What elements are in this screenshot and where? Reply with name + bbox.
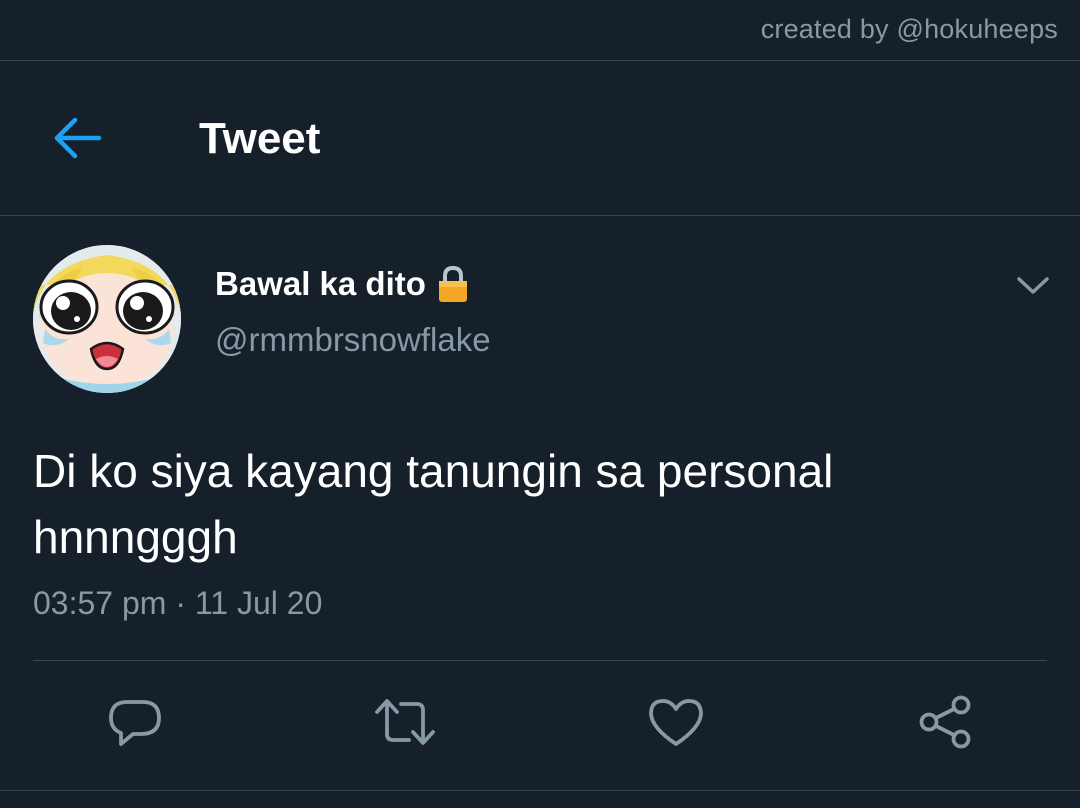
user-handle[interactable]: @rmmbrsnowflake (215, 321, 491, 359)
watermark-text: created by @hokuheeps (760, 14, 1058, 44)
tweet-actions (0, 690, 1080, 760)
divider (33, 660, 1047, 661)
back-button[interactable] (42, 107, 112, 169)
tweet-menu-button[interactable] (1010, 266, 1056, 306)
avatar-image (33, 245, 181, 393)
divider (0, 215, 1080, 216)
tweet-detail-screen: created by @hokuheeps Tweet Bawal ka dit… (0, 0, 1080, 808)
share-button[interactable] (914, 690, 978, 754)
tweet-text: Di ko siya kayang tanungin sa personal h… (33, 445, 834, 563)
display-name-text: Bawal ka dito (215, 265, 426, 302)
tweet-timestamp[interactable]: 03:57 pm · 11 Jul 20 (33, 585, 322, 622)
divider (0, 790, 1080, 791)
chevron-down-icon (1017, 277, 1049, 294)
reply-button[interactable] (103, 690, 167, 754)
page-title: Tweet (199, 114, 321, 163)
speech-bubble-icon (109, 700, 161, 746)
retweet-icon (375, 699, 435, 745)
avatar[interactable] (33, 245, 181, 393)
heart-icon (649, 699, 703, 746)
display-name[interactable]: Bawal ka dito (215, 264, 470, 304)
arrow-left-icon (54, 117, 102, 159)
share-icon (919, 695, 971, 749)
retweet-button[interactable] (373, 690, 437, 754)
app-header: Tweet (0, 61, 1080, 215)
lock-icon (438, 265, 467, 302)
like-button[interactable] (644, 690, 708, 754)
